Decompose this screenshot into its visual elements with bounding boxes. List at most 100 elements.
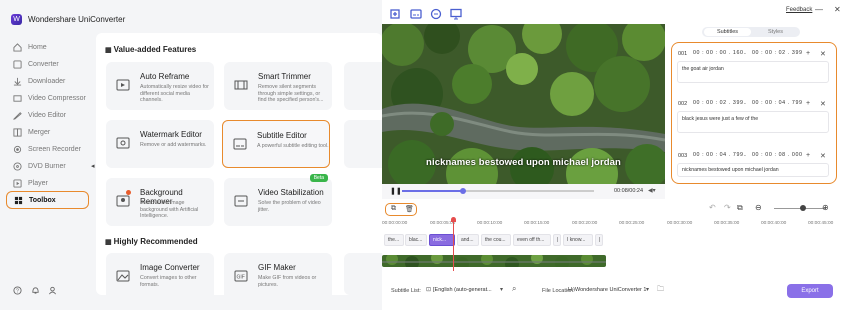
sidebar-item-converter[interactable]: Converter xyxy=(6,56,89,72)
add-icon[interactable]: + xyxy=(806,100,810,107)
zoom-out-icon[interactable]: ⊖ xyxy=(755,203,762,212)
chevron-down-icon[interactable]: ▾ xyxy=(500,286,503,293)
start-time-field[interactable]: 00 : 00 : 02 . 399 xyxy=(693,100,744,108)
add-icon[interactable]: + xyxy=(806,152,810,159)
playhead[interactable] xyxy=(453,219,454,271)
zoom-in-icon[interactable]: ⊕ xyxy=(822,203,829,212)
card-desc: Remove silent segments through simple se… xyxy=(258,84,324,103)
card-smart-trimmer[interactable]: Smart Trimmer Remove silent segments thr… xyxy=(224,62,332,110)
add-subtitle-icon[interactable] xyxy=(410,8,422,20)
delete-icon[interactable]: ✕ xyxy=(820,50,826,58)
sidebar-item-video-editor[interactable]: Video Editor xyxy=(6,107,89,123)
zoom-handle[interactable] xyxy=(800,205,806,211)
sidebar-item-toolbox[interactable]: Toolbox xyxy=(6,191,89,209)
redo-icon[interactable]: ↷ xyxy=(724,203,731,212)
folder-icon[interactable]: 🗀 xyxy=(657,285,664,296)
player-icon xyxy=(13,178,22,188)
card-image-converter[interactable]: Image Converter Convert images to other … xyxy=(106,253,214,301)
subtitle-segment-selected[interactable]: nick... xyxy=(429,234,455,246)
clip-icon[interactable]: ⧉ xyxy=(737,203,743,213)
subtitle-text-field[interactable]: black jesus were just a few of the xyxy=(677,111,829,133)
account-icon[interactable] xyxy=(48,286,57,295)
chevron-down-icon[interactable]: ▾ xyxy=(646,286,649,293)
sidebar-item-player[interactable]: Player xyxy=(6,175,89,191)
ruler-tick: 00:00:10:00 xyxy=(477,221,503,226)
volume-icon[interactable]: ◀▾ xyxy=(648,187,656,194)
sidebar-item-merger[interactable]: Merger xyxy=(6,124,89,140)
minimize-icon[interactable]: — xyxy=(815,5,823,14)
background-remover-icon xyxy=(116,195,130,207)
bell-icon[interactable] xyxy=(31,286,40,295)
ruler-tick: 00:00:35:00 xyxy=(714,221,740,226)
subtitle-text-field[interactable]: the goat air jordan xyxy=(677,61,829,83)
card-auto-reframe[interactable]: Auto Reframe Automatically resize video … xyxy=(106,62,214,110)
card-background-remover[interactable]: Background Remover Remove the image back… xyxy=(106,178,214,226)
sidebar-item-screen-recorder[interactable]: Screen Recorder xyxy=(6,141,89,157)
subtitle-list-value: [English (auto-generat... xyxy=(433,287,492,293)
subtitle-segment[interactable]: and... xyxy=(457,234,479,246)
smart-trimmer-icon xyxy=(234,80,248,90)
tab-subtitles[interactable]: Subtitles xyxy=(704,28,751,36)
timeline-ruler[interactable]: 00:00:00:00 00:00:05:00 00:00:10:00 00:0… xyxy=(382,221,839,231)
delete-icon[interactable]: ✕ xyxy=(820,152,826,160)
help-icon[interactable]: ? xyxy=(13,286,22,295)
collapse-arrow-icon[interactable]: ◂ xyxy=(91,162,95,170)
sidebar-item-downloader[interactable]: Downloader xyxy=(6,73,89,89)
subtitle-list-select[interactable]: [English (auto-generat... xyxy=(433,285,501,296)
card-subtitle-editor[interactable]: Subtitle Editor A powerful subtitle edit… xyxy=(222,120,330,168)
toolbox-icon xyxy=(14,196,23,204)
section-value-added: ▦ Value-added Features xyxy=(105,45,196,54)
card-gif-maker[interactable]: GIF GIF Maker Make GIF from videos or pi… xyxy=(224,253,332,301)
sidebar-item-dvd-burner[interactable]: DVD Burner xyxy=(6,158,89,174)
text-to-speech-icon[interactable] xyxy=(450,8,462,20)
card-video-stabilization[interactable]: Beta Video Stabilization Solve the probl… xyxy=(224,174,332,226)
card-watermark-editor[interactable]: Watermark Editor Remove or add watermark… xyxy=(106,120,214,168)
add-file-icon[interactable] xyxy=(390,8,402,20)
tab-styles[interactable]: Styles xyxy=(753,28,798,36)
close-icon[interactable]: ✕ xyxy=(834,5,841,14)
ruler-tick: 00:00:15:00 xyxy=(524,221,550,226)
subtitle-segment[interactable]: | xyxy=(553,234,561,246)
sidebar-item-label: Toolbox xyxy=(29,196,56,204)
end-time-field[interactable]: 00 : 00 : 04 . 799 xyxy=(752,100,803,108)
export-button[interactable]: Export xyxy=(787,284,833,298)
subtitle-segment[interactable]: | xyxy=(595,234,603,246)
section-title: Highly Recommended xyxy=(113,237,198,246)
sidebar-item-label: Video Compressor xyxy=(28,94,86,102)
file-location-select[interactable]: H:\Wondershare UniConverter 1 xyxy=(568,285,648,296)
start-time-field[interactable]: 00 : 00 : 04 . 799 xyxy=(693,152,744,160)
end-time-field[interactable]: 00 : 00 : 02 . 399 xyxy=(752,50,803,58)
sidebar-item-home[interactable]: Home xyxy=(6,39,89,55)
time-separator: - xyxy=(744,101,746,107)
subtitle-segment[interactable]: I know... xyxy=(563,234,593,246)
subtitle-segment[interactable]: the cou... xyxy=(481,234,511,246)
card-partial[interactable] xyxy=(344,62,382,110)
subtitle-text-field[interactable]: nicknames bestowed upon michael jordan xyxy=(677,163,829,177)
card-partial[interactable] xyxy=(344,120,382,168)
end-time-field[interactable]: 00 : 00 : 08 . 000 xyxy=(752,152,803,160)
split-icon[interactable]: ⧉ xyxy=(391,205,396,213)
auto-subtitle-icon[interactable] xyxy=(430,8,442,20)
timeline-tools: ⧉ 🗑 xyxy=(385,203,417,216)
playhead-handle[interactable] xyxy=(451,217,456,222)
video-track[interactable] xyxy=(382,255,606,267)
undo-icon[interactable]: ↶ xyxy=(709,203,716,212)
delete-icon[interactable]: ✕ xyxy=(820,100,826,108)
subtitle-segment[interactable]: even off th... xyxy=(513,234,551,246)
start-time-field[interactable]: 00 : 00 : 00 . 160 xyxy=(693,50,744,58)
dvd-icon xyxy=(13,161,22,171)
search-icon[interactable]: ⌕ xyxy=(512,284,516,294)
feedback-link[interactable]: Feedback xyxy=(786,7,812,13)
add-icon[interactable]: + xyxy=(806,50,810,57)
pause-icon[interactable]: ❚❚ xyxy=(390,187,402,195)
trash-icon[interactable]: 🗑 xyxy=(405,205,414,213)
sidebar-item-label: Home xyxy=(28,43,47,51)
sidebar-item-video-compressor[interactable]: Video Compressor xyxy=(6,90,89,106)
subtitle-editor-icon xyxy=(233,138,247,150)
card-desc: Make GIF from videos or pictures. xyxy=(258,275,317,288)
section-title: Value-added Features xyxy=(113,45,197,54)
video-preview[interactable]: nicknames bestowed upon michael jordan xyxy=(382,24,665,184)
subtitle-segment[interactable]: the... xyxy=(384,234,404,246)
card-partial[interactable] xyxy=(344,253,382,295)
subtitle-segment[interactable]: blac... xyxy=(405,234,427,246)
